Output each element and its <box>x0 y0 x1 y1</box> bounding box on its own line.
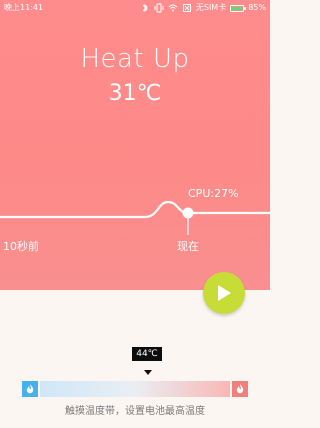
sim-icon <box>182 3 192 13</box>
cpu-history-line <box>0 200 270 219</box>
page-title: Heat Up <box>80 44 190 74</box>
battery-percent: 85% <box>248 3 266 12</box>
status-bar: 晚上11:41 无SIM卡 85% <box>0 0 270 16</box>
wifi-icon <box>168 3 178 13</box>
temperature-slider[interactable] <box>40 381 230 397</box>
status-time: 晚上11:41 <box>4 3 44 12</box>
battery-fill <box>232 6 241 10</box>
threshold-badge: 44℃ <box>132 347 162 361</box>
time-axis-start: 10秒前 <box>3 240 39 253</box>
current-temperature: 31℃ <box>108 81 162 106</box>
play-icon <box>218 285 231 301</box>
bluetooth-icon <box>140 3 150 13</box>
threshold-pointer[interactable] <box>144 370 152 375</box>
cold-flame-icon <box>22 381 38 397</box>
status-icons: 无SIM卡 85% <box>140 0 266 16</box>
now-marker-point <box>182 207 194 219</box>
battery-icon <box>230 4 247 12</box>
slider-hint: 触摸温度带，设置电池最高温度 <box>65 406 205 417</box>
carrier-label: 无SIM卡 <box>195 3 227 12</box>
cpu-usage-label: CPU:27% <box>188 187 239 200</box>
time-axis-now: 现在 <box>177 240 199 253</box>
start-button[interactable] <box>203 272 245 314</box>
hot-flame-icon <box>232 381 248 397</box>
vibrate-icon <box>154 3 164 13</box>
cpu-graph <box>0 200 270 235</box>
